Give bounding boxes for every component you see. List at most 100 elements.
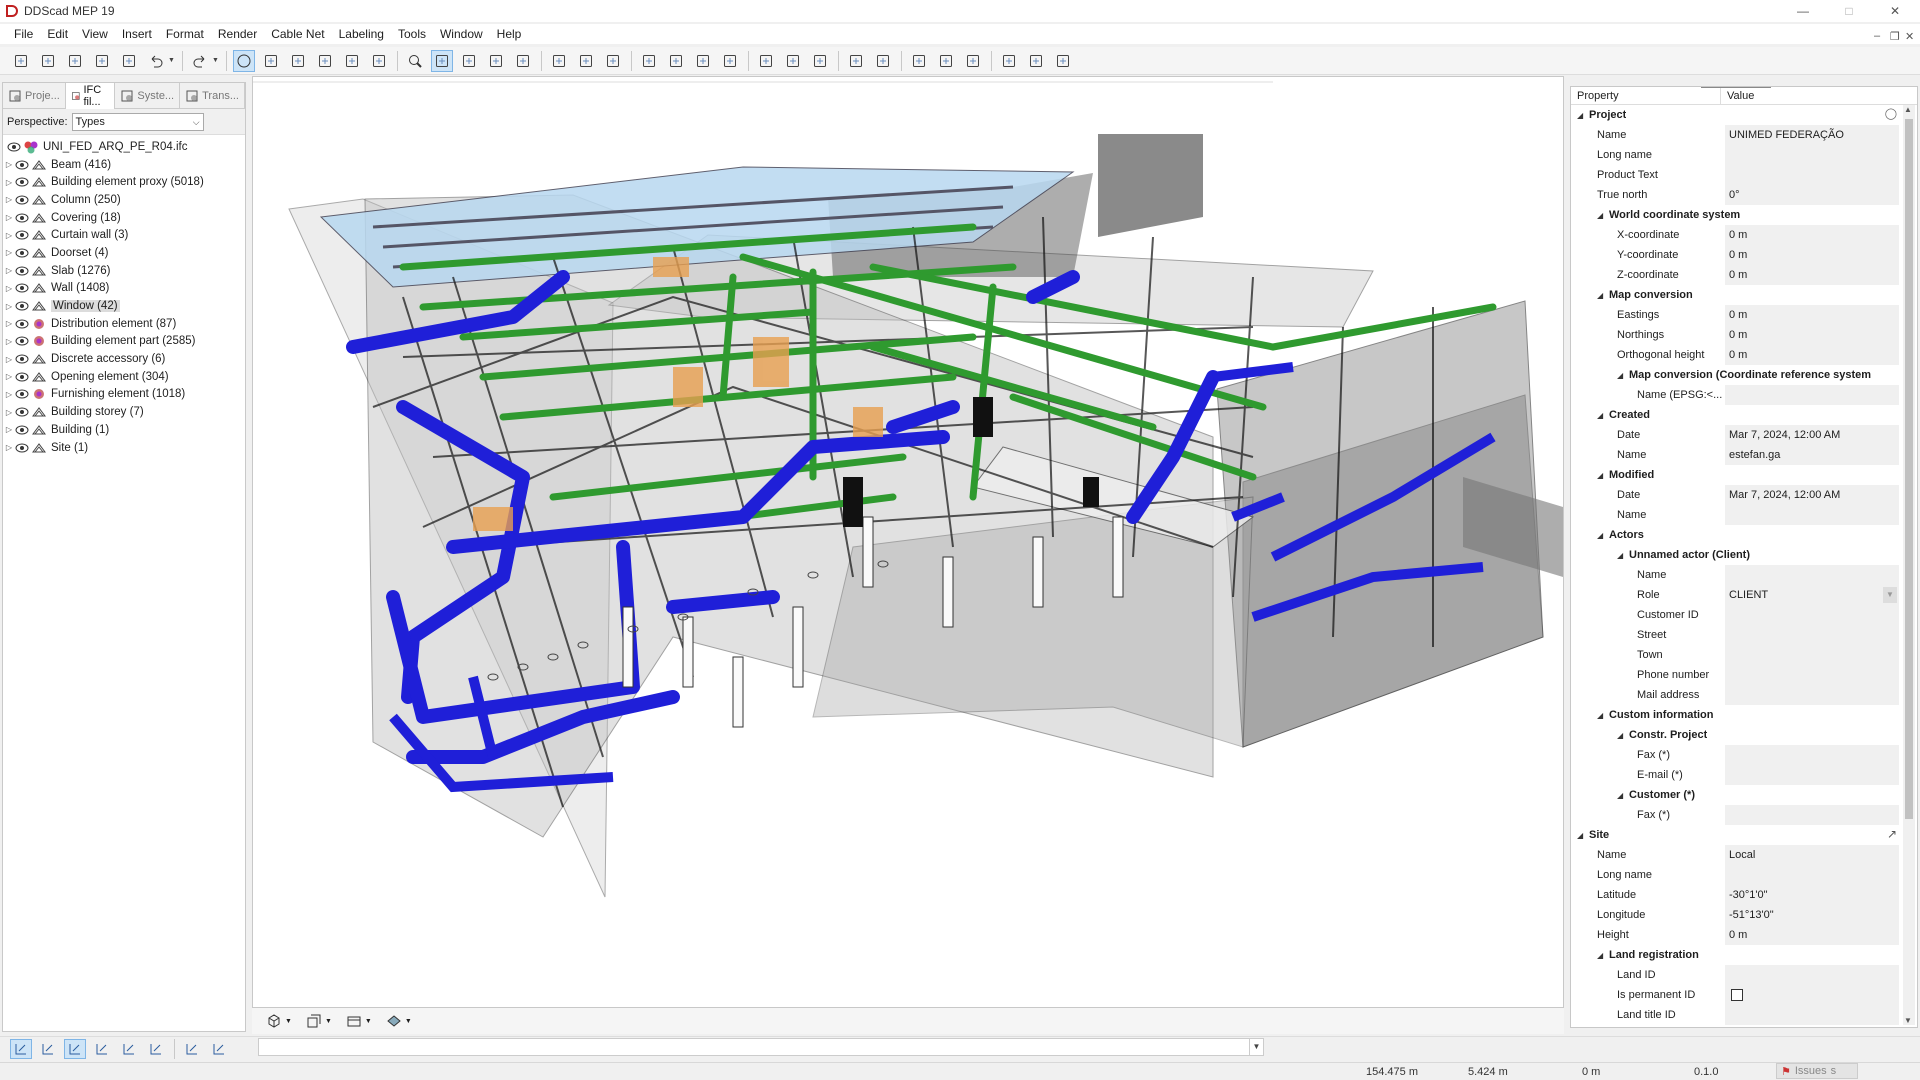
visibility-eye-icon[interactable] — [7, 142, 21, 152]
property-row[interactable]: Eastings 0 m — [1571, 305, 1917, 325]
collapse-triangle-icon[interactable]: ◢ — [1597, 711, 1609, 720]
visibility-eye-icon[interactable] — [15, 443, 29, 453]
property-value[interactable] — [1725, 685, 1899, 705]
tab-systems[interactable]: Syste... — [115, 83, 181, 109]
orbit-button[interactable] — [260, 50, 282, 72]
property-group[interactable]: ◢ Land registration — [1571, 945, 1917, 965]
object-snap-button[interactable] — [91, 1039, 113, 1059]
zoom-button[interactable] — [404, 50, 426, 72]
property-value[interactable] — [1725, 505, 1899, 525]
render-button[interactable] — [485, 50, 507, 72]
property-value[interactable]: 0 m — [1725, 225, 1899, 245]
tree-item[interactable]: ▷ Window (42) — [3, 297, 245, 315]
visibility-eye-icon[interactable] — [15, 213, 29, 223]
property-group[interactable]: ◢ Custom information — [1571, 705, 1917, 725]
scroll-down-arrow-icon[interactable]: ▼ — [1904, 1016, 1912, 1025]
property-value[interactable]: CLIENT — [1725, 585, 1899, 605]
building-a-button[interactable] — [755, 50, 777, 72]
visibility-eye-icon[interactable] — [15, 230, 29, 240]
expand-arrow-icon[interactable]: ▷ — [3, 178, 15, 187]
property-value[interactable]: Mar 7, 2024, 12:00 AM — [1725, 485, 1899, 505]
collapse-triangle-icon[interactable]: ◢ — [1617, 731, 1629, 740]
tree-item[interactable]: ▷ Furnishing element (1018) — [3, 386, 245, 404]
tree-item[interactable]: ▷ Discrete accessory (6) — [3, 350, 245, 368]
tree-item[interactable]: ▷ Building element part (2585) — [3, 333, 245, 351]
expand-arrow-icon[interactable]: ▷ — [3, 248, 15, 257]
property-value[interactable] — [1725, 965, 1899, 985]
role-dropdown-button[interactable]: ▼ — [1883, 587, 1897, 603]
command-input[interactable]: ▼ — [258, 1038, 1264, 1056]
visibility-eye-icon[interactable] — [15, 407, 29, 417]
section-view-button[interactable] — [431, 49, 453, 72]
property-value[interactable] — [1725, 385, 1899, 405]
building-c-button[interactable] — [809, 50, 831, 72]
scroll-up-arrow-icon[interactable]: ▲ — [1904, 105, 1912, 114]
mdi-restore-button[interactable]: ❐ — [1890, 30, 1900, 43]
axis-snap-button[interactable] — [145, 1039, 167, 1059]
undo-button[interactable] — [145, 50, 167, 72]
import-button[interactable] — [845, 50, 867, 72]
property-value[interactable]: 0 m — [1725, 325, 1899, 345]
collapse-triangle-icon[interactable]: ◢ — [1597, 211, 1609, 220]
property-value[interactable]: 0 m — [1725, 265, 1899, 285]
property-row[interactable]: Height 0 m — [1571, 925, 1917, 945]
menu-window[interactable]: Window — [433, 24, 490, 44]
property-group[interactable]: ◢ Site ↗ — [1571, 825, 1917, 845]
tree-item[interactable]: ▷ Building element proxy (5018) — [3, 173, 245, 191]
tree-item[interactable]: ▷ Slab (1276) — [3, 262, 245, 280]
property-value[interactable] — [1725, 865, 1899, 885]
property-row[interactable]: Street — [1571, 625, 1917, 645]
collapse-triangle-icon[interactable]: ◢ — [1577, 111, 1589, 120]
grid-snap-button[interactable] — [64, 1038, 86, 1059]
visibility-eye-icon[interactable] — [15, 195, 29, 205]
collapse-triangle-icon[interactable]: ◢ — [1597, 411, 1609, 420]
tree-item[interactable]: ▷ Wall (1408) — [3, 280, 245, 298]
property-value[interactable]: 0 m — [1725, 245, 1899, 265]
property-row[interactable]: Northings 0 m — [1571, 325, 1917, 345]
offset-snap-button[interactable] — [208, 1039, 230, 1059]
expand-arrow-icon[interactable]: ▷ — [3, 266, 15, 275]
measure-button[interactable] — [665, 50, 687, 72]
crosshair-snap-button[interactable] — [37, 1039, 59, 1059]
dimension-button[interactable] — [638, 50, 660, 72]
menu-cable-net[interactable]: Cable Net — [264, 24, 331, 44]
menu-edit[interactable]: Edit — [40, 24, 75, 44]
select-snap-button[interactable] — [10, 1038, 32, 1059]
property-row[interactable]: Y-coordinate 0 m — [1571, 245, 1917, 265]
property-row[interactable]: X-coordinate 0 m — [1571, 225, 1917, 245]
property-value[interactable]: estefan.ga — [1725, 445, 1899, 465]
tree-item[interactable]: ▷ Beam (416) — [3, 156, 245, 174]
collapse-triangle-icon[interactable]: ◢ — [1577, 831, 1589, 840]
visibility-eye-icon[interactable] — [15, 177, 29, 187]
property-row[interactable]: Name (EPSG:<... — [1571, 385, 1917, 405]
property-value[interactable] — [1725, 145, 1899, 165]
visibility-eye-icon[interactable] — [15, 248, 29, 258]
property-group[interactable]: ◢ Created — [1571, 405, 1917, 425]
visual-style-button[interactable]: ▼ — [386, 1013, 412, 1029]
property-row[interactable]: Fax (*) — [1571, 745, 1917, 765]
property-group[interactable]: ◢ Project ◯ — [1571, 105, 1917, 125]
property-group[interactable]: ◢ Actors — [1571, 525, 1917, 545]
property-row[interactable]: Product Text — [1571, 165, 1917, 185]
expand-arrow-icon[interactable]: ▷ — [3, 372, 15, 381]
property-value[interactable] — [1725, 605, 1899, 625]
issues-button[interactable]: ⚑ Issues s — [1776, 1063, 1858, 1079]
menu-insert[interactable]: Insert — [115, 24, 159, 44]
expand-arrow-icon[interactable]: ▷ — [3, 213, 15, 222]
visibility-eye-icon[interactable] — [15, 389, 29, 399]
undo-dropdown-arrow-icon[interactable]: ▼ — [168, 57, 176, 64]
properties-scrollbar[interactable]: ▲ ▼ — [1903, 105, 1915, 1025]
new-project-button[interactable] — [10, 50, 32, 72]
maximize-button[interactable]: □ — [1826, 0, 1872, 22]
layer-manager-button[interactable] — [458, 50, 480, 72]
tree-item[interactable]: ▷ Opening element (304) — [3, 368, 245, 386]
property-value[interactable]: UNIMED FEDERAÇÃO — [1725, 125, 1899, 145]
property-row[interactable]: Role CLIENT ▼ — [1571, 585, 1917, 605]
collapse-triangle-icon[interactable]: ◢ — [1597, 291, 1609, 300]
property-value[interactable] — [1725, 745, 1899, 765]
menu-labeling[interactable]: Labeling — [332, 24, 391, 44]
tab-project[interactable]: Proje... — [3, 83, 66, 109]
property-row[interactable]: Orthogonal height 0 m — [1571, 345, 1917, 365]
property-row[interactable]: Town — [1571, 645, 1917, 665]
menu-file[interactable]: File — [0, 24, 40, 44]
